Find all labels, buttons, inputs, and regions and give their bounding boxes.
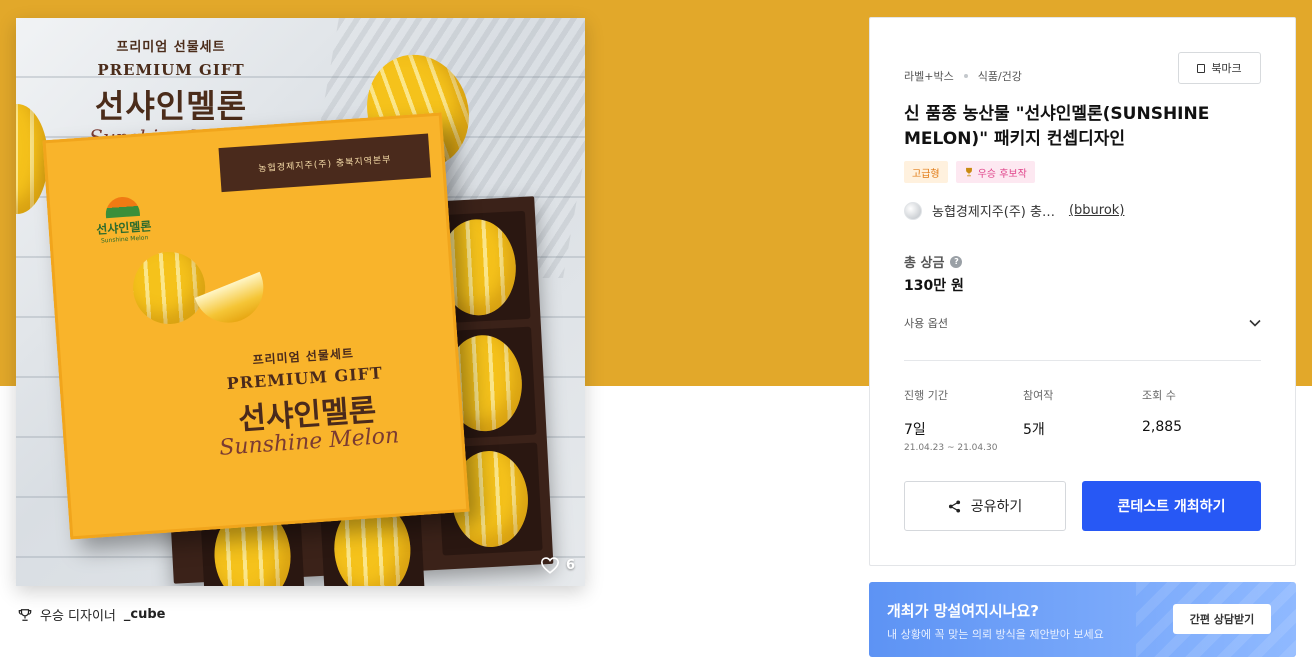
divider	[904, 360, 1261, 361]
box-title: 프리미엄 선물세트 PREMIUM GIFT 선샤인멜론 Sunshine Me…	[168, 338, 445, 464]
heart-icon	[540, 557, 559, 574]
stat-views: 조회 수 2,885	[1142, 387, 1182, 435]
banner-text: 내 상황에 꼭 맞는 의뢰 방식을 제안받아 보세요	[887, 628, 1104, 641]
bookmark-button[interactable]: 북마크	[1178, 52, 1261, 84]
breadcrumb: 라벨+박스 식품/건강	[904, 68, 1022, 84]
top-subtitle: 프리미엄 선물세트	[116, 40, 226, 55]
consult-banner[interactable]: 개최가 망설여지시나요? 내 상황에 꼭 맞는 의뢰 방식을 제안받아 보세요 …	[869, 582, 1296, 657]
host-contest-button[interactable]: 콘테스트 개최하기	[1082, 481, 1261, 531]
box-band: 농협경제지주(주) 충북지역본부	[218, 133, 432, 193]
stat-entries: 참여작 5개	[1023, 387, 1053, 439]
avatar	[904, 201, 922, 220]
chevron-down-icon	[1249, 319, 1261, 327]
client-handle[interactable]: (bburok)	[1069, 203, 1124, 218]
gift-box: 농협경제지주(주) 충북지역본부 선샤인멜론 Sunshine Melon 프리…	[42, 112, 470, 540]
contest-image[interactable]: 프리미엄 선물세트 PREMIUM GIFT 선샤인멜론 Sunshine Me…	[16, 18, 585, 586]
help-icon[interactable]: ?	[950, 255, 963, 268]
winner-prefix: 우승 디자이너	[40, 609, 116, 624]
award-tag: 우승 후보작	[955, 161, 1035, 183]
winner-designer: 우승 디자이너 _cube	[18, 605, 166, 624]
grade-tag: 고급형	[904, 161, 948, 183]
stat-period-value: 7일	[904, 422, 926, 438]
banner-heading: 개최가 망설여지시나요?	[887, 602, 1039, 620]
stat-period-range: 21.04.23 ~ 21.04.30	[904, 443, 998, 453]
stat-entries-label: 참여작	[1023, 389, 1054, 402]
stat-entries-value: 5개	[1023, 422, 1045, 438]
options-toggle[interactable]: 사용 옵션	[904, 315, 1261, 331]
share-label: 공유하기	[970, 499, 1023, 515]
prize-value: 130만 원	[904, 278, 964, 294]
contest-title: 신 품종 농산물 "선샤인멜론(SUNSHINE MELON)" 패키지 컨셉디…	[904, 104, 1210, 149]
bookmark-label: 북마크	[1211, 62, 1242, 75]
top-product-name: 선샤인멜론	[94, 87, 248, 125]
client-info: 농협경제지주(주) 충… (bburok)	[904, 201, 1124, 220]
stat-views-label: 조회 수	[1142, 389, 1176, 402]
trophy-icon	[18, 608, 32, 621]
winner-name[interactable]: _cube	[124, 607, 166, 622]
share-button[interactable]: 공유하기	[904, 481, 1066, 531]
breadcrumb-subcategory[interactable]: 식품/건강	[978, 68, 1022, 84]
logo-sun-icon	[104, 195, 141, 219]
bookmark-icon	[1197, 63, 1206, 73]
like-button[interactable]: 6	[540, 556, 575, 574]
stat-period: 진행 기간 7일 21.04.23 ~ 21.04.30	[904, 387, 997, 453]
tag-list: 고급형 우승 후보작	[904, 161, 1035, 183]
like-count: 6	[565, 557, 575, 573]
prize-label: 총 상금 ?	[904, 252, 963, 271]
stat-period-label: 진행 기간	[904, 389, 948, 402]
award-tag-label: 우승 후보작	[977, 168, 1027, 180]
prize-label-text: 총 상금	[904, 256, 945, 271]
stat-views-value: 2,885	[1142, 419, 1183, 435]
brand-logo: 선샤인멜론 Sunshine Melon	[87, 195, 160, 246]
share-icon	[948, 499, 960, 513]
options-label: 사용 옵션	[904, 317, 948, 330]
breadcrumb-separator	[963, 74, 968, 78]
melon-illustration	[130, 249, 208, 327]
client-name: 농협경제지주(주) 충…	[932, 205, 1055, 220]
consult-button[interactable]: 간편 상담받기	[1173, 604, 1271, 634]
top-gift: PREMIUM GIFT	[97, 61, 245, 79]
breadcrumb-category[interactable]: 라벨+박스	[904, 68, 954, 84]
trophy-icon	[965, 167, 972, 177]
contest-info-panel: 라벨+박스 식품/건강 북마크 신 품종 농산물 "선샤인멜론(SUNSHINE…	[869, 17, 1296, 566]
melon-slice	[194, 271, 274, 334]
